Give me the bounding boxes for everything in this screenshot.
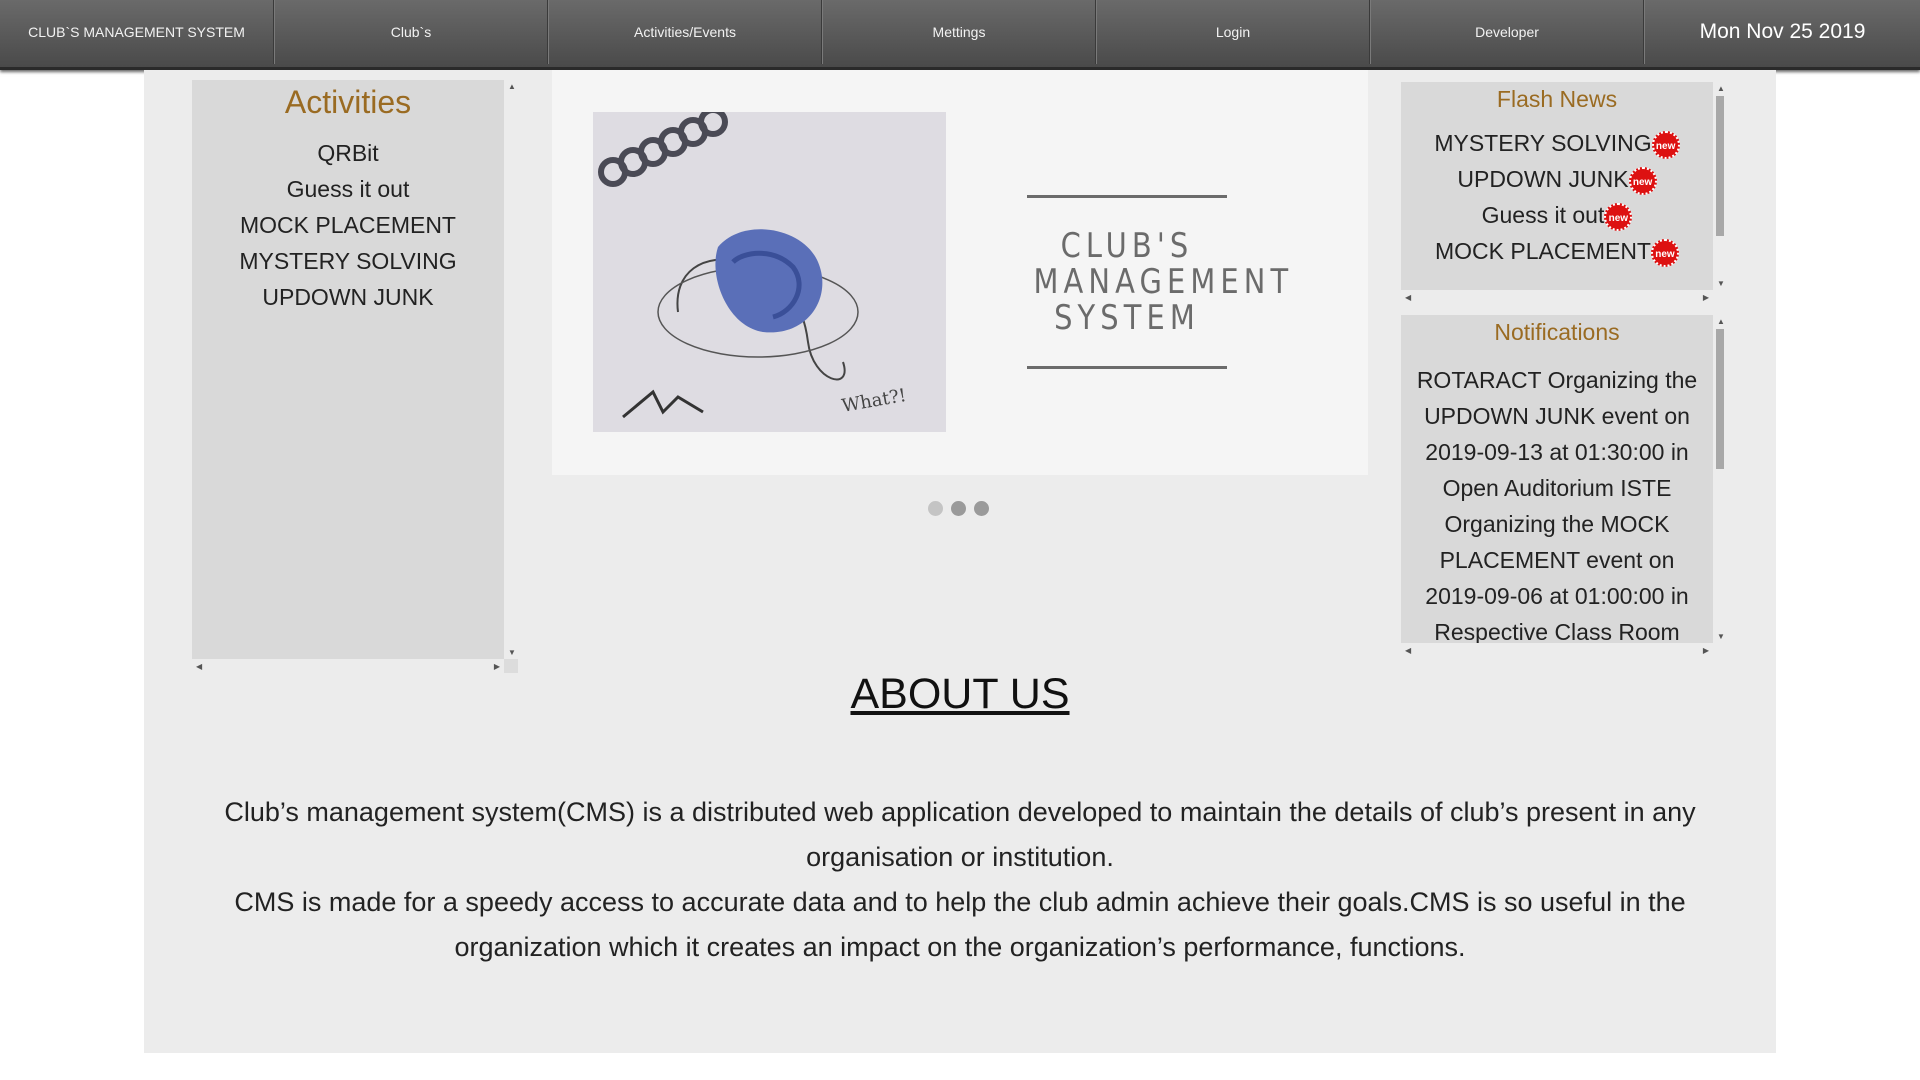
activity-item[interactable]: MOCK PLACEMENT [192, 207, 504, 243]
about-paragraph-1: Club’s management system(CMS) is a distr… [224, 797, 1696, 872]
activities-title: Activities [284, 84, 412, 120]
flash-news-item-label: Guess it out [1481, 202, 1605, 228]
about-paragraph-2: CMS is made for a speedy access to accur… [234, 887, 1686, 962]
nav-item-developer[interactable]: Developer [1370, 0, 1644, 64]
flash-news-item-label: UPDOWN JUNK [1457, 166, 1629, 192]
activity-item[interactable]: Guess it out [192, 171, 504, 207]
notifications-horizontal-scrollbar[interactable]: ◀ ▶ [1401, 643, 1713, 657]
scroll-left-arrow-icon[interactable]: ◀ [1405, 293, 1411, 302]
about-us-text: Club’s management system(CMS) is a distr… [224, 790, 1696, 970]
nav-item-home[interactable]: CLUB`S MANAGEMENT SYSTEM [0, 0, 274, 64]
about-us-heading: ABOUT US [850, 670, 1070, 718]
activity-item[interactable]: MYSTERY SOLVING [192, 243, 504, 279]
nav-item-meetings[interactable]: Mettings [822, 0, 1096, 64]
new-badge-icon: new [1604, 202, 1633, 231]
nav-item-activities-events[interactable]: Activities/Events [548, 0, 822, 64]
main-container: Activities QRBit Guess it out MOCK PLACE… [144, 70, 1776, 1053]
nav-item-clubs[interactable]: Club`s [274, 0, 548, 64]
activities-vertical-scrollbar[interactable]: ▲ ▼ [504, 80, 518, 659]
flash-news-panel[interactable]: Flash News MYSTERY SOLVING new UPDOWN JUN… [1401, 82, 1713, 290]
scroll-up-arrow-icon[interactable]: ▲ [508, 82, 516, 91]
scroll-up-arrow-icon[interactable]: ▲ [1717, 317, 1725, 326]
scrollbar-thumb[interactable] [1716, 329, 1724, 469]
flash-news-item[interactable]: UPDOWN JUNK new [1401, 161, 1713, 197]
logo-bottom-rule [1027, 366, 1227, 369]
logo-text: CLUB'S MANAGEMENT SYSTEM [1033, 226, 1294, 338]
logo-top-rule [1027, 195, 1227, 198]
nav-item-login[interactable]: Login [1096, 0, 1370, 64]
carousel-dot-3[interactable] [974, 501, 989, 516]
scroll-right-arrow-icon[interactable]: ▶ [1703, 646, 1709, 655]
top-navigation: CLUB`S MANAGEMENT SYSTEM Club`s Activiti… [0, 0, 1920, 70]
flash-news-title: Flash News [1496, 86, 1618, 112]
flash-news-item-label: MOCK PLACEMENT [1435, 238, 1651, 264]
logo-line-3: SYSTEM [1054, 298, 1200, 338]
flash-news-item[interactable]: Guess it out new [1401, 197, 1713, 233]
flash-news-item-label: MYSTERY SOLVING [1434, 130, 1652, 156]
scroll-down-arrow-icon[interactable]: ▼ [508, 648, 516, 657]
activity-item[interactable]: UPDOWN JUNK [192, 279, 504, 315]
flash-news-item[interactable]: MYSTERY SOLVING new [1401, 125, 1713, 161]
carousel-dot-2[interactable] [951, 501, 966, 516]
new-badge-icon: new [1628, 166, 1657, 195]
activities-panel[interactable]: Activities QRBit Guess it out MOCK PLACE… [192, 80, 504, 659]
scroll-up-arrow-icon[interactable]: ▲ [1717, 84, 1725, 93]
scroll-down-arrow-icon[interactable]: ▼ [1717, 279, 1725, 288]
carousel-indicators [928, 501, 989, 516]
carousel-dot-1[interactable] [928, 501, 943, 516]
scrollbar-thumb[interactable] [1716, 96, 1724, 236]
scroll-left-arrow-icon[interactable]: ◀ [1405, 646, 1411, 655]
flash-news-item[interactable]: MOCK PLACEMENT new [1401, 233, 1713, 269]
new-badge-icon: new [1651, 130, 1680, 159]
slide-image: What?! [593, 112, 946, 432]
image-carousel[interactable]: What?! CLUB'S MANAGEMENT SYSTEM [552, 70, 1368, 475]
notifications-panel[interactable]: Notifications ROTARACT Organizing the UP… [1401, 315, 1713, 643]
current-date: Mon Nov 25 2019 [1644, 0, 1920, 64]
flash-news-list: MYSTERY SOLVING new UPDOWN JUNK new Guess … [1401, 125, 1713, 269]
flash-news-vertical-scrollbar[interactable]: ▲ ▼ [1713, 82, 1727, 290]
logo-line-2: MANAGEMENT [1033, 262, 1294, 302]
flash-news-horizontal-scrollbar[interactable]: ◀ ▶ [1401, 290, 1713, 304]
logo-line-1: CLUB'S [1060, 226, 1194, 266]
activities-list: QRBit Guess it out MOCK PLACEMENT MYSTER… [192, 135, 504, 315]
notifications-vertical-scrollbar[interactable]: ▲ ▼ [1713, 315, 1727, 643]
notifications-title: Notifications [1494, 319, 1620, 345]
cms-logo: CLUB'S MANAGEMENT SYSTEM [1017, 195, 1294, 375]
activity-item[interactable]: QRBit [192, 135, 504, 171]
crumpled-paper-lightbulb-image: What?! [593, 112, 946, 432]
scroll-down-arrow-icon[interactable]: ▼ [1717, 632, 1725, 641]
new-badge-icon: new [1650, 238, 1679, 267]
scroll-right-arrow-icon[interactable]: ▶ [1703, 293, 1709, 302]
notifications-text: ROTARACT Organizing the UPDOWN JUNK even… [1416, 367, 1698, 643]
